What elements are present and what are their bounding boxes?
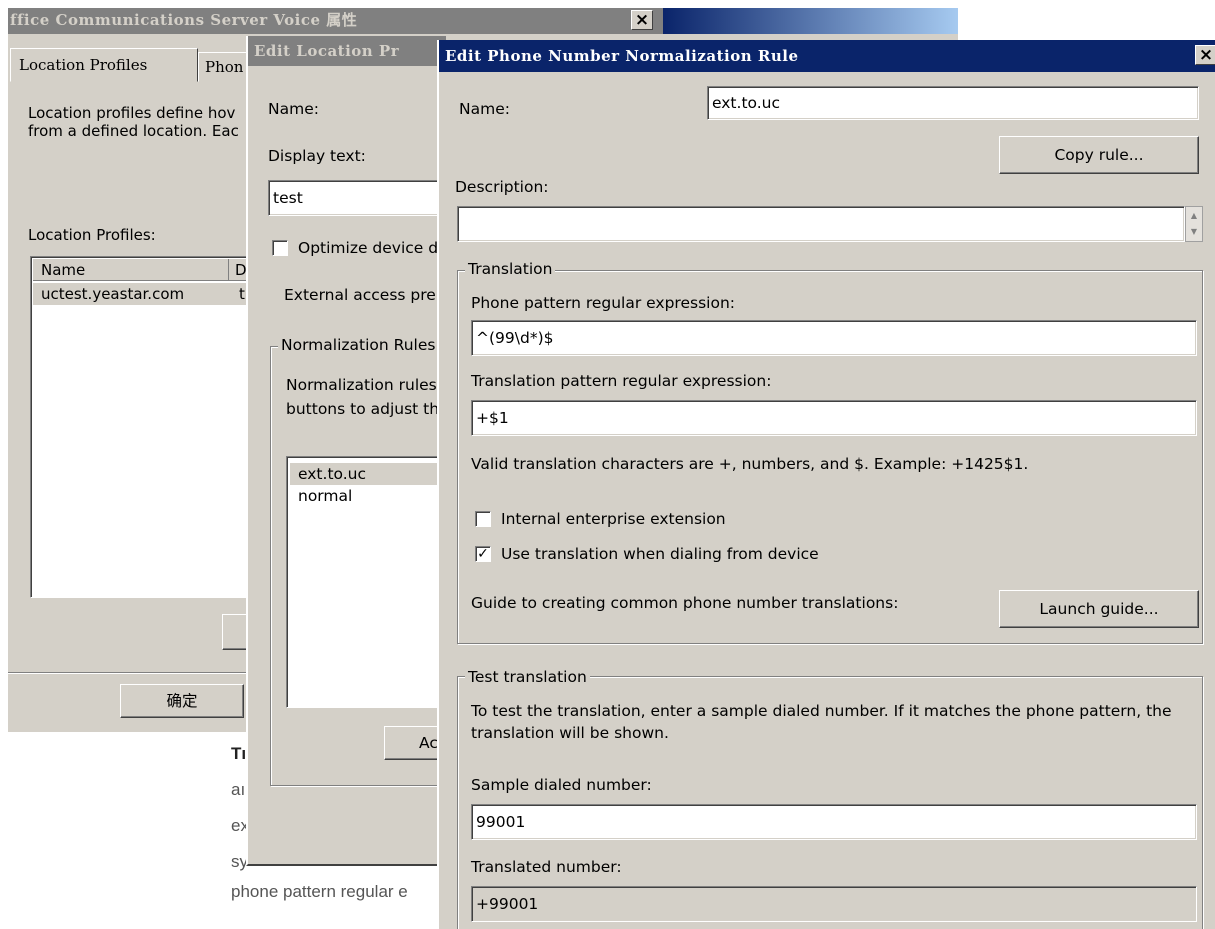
- normalization-rules-list[interactable]: ext.to.uc normal: [286, 456, 446, 708]
- tab-location-profiles[interactable]: Location Profiles: [10, 48, 198, 82]
- edit-location-title: Edit Location Pr: [254, 42, 400, 60]
- rule-item-label: ext.to.uc: [298, 465, 367, 483]
- column-header-d-label: D: [235, 261, 247, 279]
- rule-name-field[interactable]: ext.to.uc: [707, 86, 1199, 120]
- internal-extension-checkbox[interactable]: [475, 511, 491, 527]
- display-text-field[interactable]: test: [268, 180, 446, 216]
- location-profiles-desc-1: Location profiles define hov: [28, 104, 236, 122]
- list-item[interactable]: ext.to.uc: [290, 463, 446, 485]
- description-scrollbar[interactable]: ▲ ▼: [1185, 206, 1203, 242]
- bg-web-line-1: Tı: [231, 744, 247, 763]
- column-header-name-label: Name: [41, 261, 86, 279]
- edit-location-titlebar[interactable]: Edit Location Pr: [248, 36, 446, 66]
- copy-rule-button[interactable]: Copy rule...: [999, 136, 1199, 174]
- external-access-label: External access pre: [284, 286, 436, 304]
- phone-pattern-label: Phone pattern regular expression:: [471, 294, 735, 312]
- valid-chars-text: Valid translation characters are +, numb…: [471, 455, 1029, 473]
- translated-number-field: +99001: [471, 886, 1197, 922]
- rule-name-label: Name:: [459, 100, 510, 118]
- guide-text: Guide to creating common phone number tr…: [471, 594, 899, 612]
- column-header-name[interactable]: Name: [33, 259, 229, 281]
- edit-rule-title: Edit Phone Number Normalization Rule: [445, 47, 799, 65]
- scroll-up-icon[interactable]: ▲: [1187, 208, 1201, 223]
- bg-web-line-5: phone pattern regular e: [231, 882, 408, 901]
- location-profiles-list[interactable]: Name D uctest.yeastar.com t: [30, 256, 260, 598]
- rule-name-label-text: Name:: [459, 100, 510, 118]
- use-translation-label: Use translation when dialing from device: [501, 545, 819, 563]
- test-translation-group-title: Test translation: [465, 668, 590, 686]
- display-text-label: Display text:: [268, 147, 366, 165]
- location-name-label: Name:: [268, 100, 319, 118]
- location-profiles-desc-2: from a defined location. Eac: [28, 122, 239, 140]
- description-field[interactable]: [457, 206, 1185, 242]
- close-icon[interactable]: ×: [631, 10, 653, 30]
- translation-group-title: Translation: [465, 260, 556, 278]
- edit-rule-titlebar[interactable]: Edit Phone Number Normalization Rule: [439, 40, 1215, 72]
- normalization-desc-2: buttons to adjust th: [286, 400, 440, 418]
- test-desc-line-1: To test the translation, enter a sample …: [471, 702, 1172, 720]
- description-label: Description:: [455, 178, 549, 196]
- translation-pattern-label: Translation pattern regular expression:: [471, 372, 772, 390]
- optimize-device-checkbox[interactable]: [272, 240, 288, 256]
- sample-number-field[interactable]: 99001: [471, 804, 1197, 840]
- tab-location-profiles-label: Location Profiles: [19, 56, 148, 74]
- row-d: t: [239, 285, 245, 303]
- tab-phone-label: Phon: [205, 58, 244, 76]
- internal-extension-label: Internal enterprise extension: [501, 510, 726, 528]
- sample-number-label: Sample dialed number:: [471, 776, 652, 794]
- use-translation-checkbox[interactable]: ✓: [475, 546, 491, 562]
- add-rule-button-label: Ac: [419, 734, 438, 752]
- ok-button[interactable]: 确定: [120, 684, 244, 718]
- optimize-device-label: Optimize device d: [298, 239, 439, 257]
- rule-item-label: normal: [298, 487, 353, 505]
- edit-normalization-rule-window: Edit Phone Number Normalization Rule × N…: [437, 40, 1215, 929]
- ok-button-label: 确定: [166, 692, 198, 710]
- location-profiles-label: Location Profiles:: [28, 226, 156, 244]
- titlebar-gradient: [663, 8, 958, 34]
- edit-location-profile-window: Edit Location Pr Name: Display text: tes…: [246, 36, 446, 866]
- normalization-desc-1: Normalization rules: [286, 376, 437, 394]
- row-name: uctest.yeastar.com: [41, 285, 185, 303]
- table-row[interactable]: uctest.yeastar.com t: [33, 283, 259, 305]
- list-item[interactable]: normal: [290, 485, 446, 507]
- test-desc-line-2: translation will be shown.: [471, 724, 669, 742]
- voice-properties-title: ffice Communications Server Voice 属性: [10, 11, 358, 29]
- normalization-rules-group-title: Normalization Rules: [278, 336, 439, 354]
- translation-pattern-field[interactable]: +$1: [471, 400, 1197, 436]
- scroll-down-icon[interactable]: ▼: [1187, 224, 1201, 239]
- checkmark-icon: ✓: [477, 546, 489, 562]
- close-icon[interactable]: ×: [1195, 45, 1215, 65]
- launch-guide-button[interactable]: Launch guide...: [999, 590, 1199, 628]
- translated-number-label: Translated number:: [471, 858, 622, 876]
- phone-pattern-field[interactable]: ^(99\d*)$: [471, 320, 1197, 356]
- bg-web-line-2: aı: [231, 780, 246, 799]
